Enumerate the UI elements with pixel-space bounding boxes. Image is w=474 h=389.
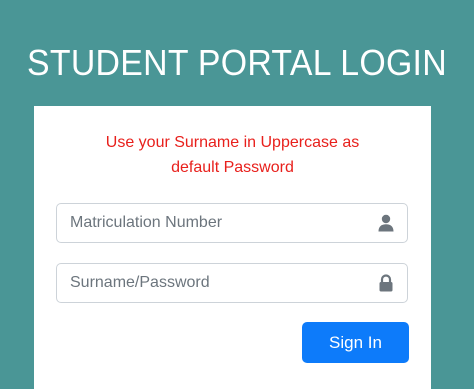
matriculation-number-input[interactable] xyxy=(57,204,367,242)
page-title: STUDENT PORTAL LOGIN xyxy=(27,42,447,83)
sign-in-button[interactable]: Sign In xyxy=(302,322,409,363)
password-field xyxy=(56,263,408,303)
user-icon xyxy=(378,214,394,232)
password-notice-line-2: default Password xyxy=(171,159,294,176)
password-notice: Use your Surname in Uppercase as default… xyxy=(34,130,431,180)
matriculation-number-field xyxy=(56,203,408,243)
password-notice-line-1: Use your Surname in Uppercase as xyxy=(105,134,360,151)
password-input[interactable] xyxy=(57,264,367,302)
login-card: Use your Surname in Uppercase as default… xyxy=(34,106,431,389)
lock-icon xyxy=(379,274,393,292)
